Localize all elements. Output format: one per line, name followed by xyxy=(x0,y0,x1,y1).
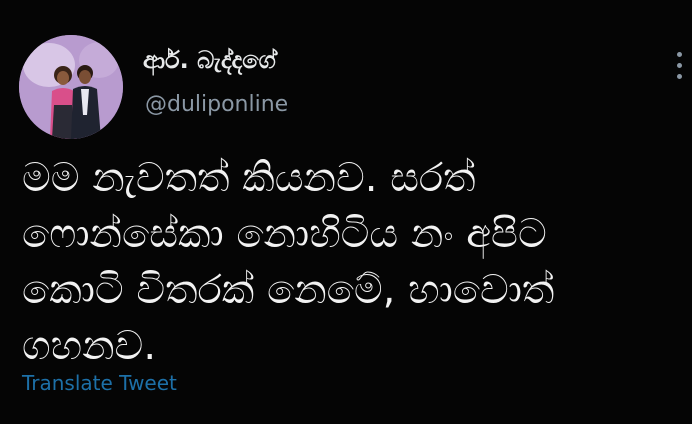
display-name[interactable]: ආර්. බැද්දගේ xyxy=(143,46,276,74)
tweet-text: මම නැවතත් කියනව. සරත් ෆොන්සේකා නොහිටිය න… xyxy=(22,150,622,374)
dot-icon xyxy=(676,63,682,68)
tweet-text-line: මම නැවතත් කියනව. සරත් xyxy=(22,155,476,201)
translate-tweet-link[interactable]: Translate Tweet xyxy=(22,371,177,395)
profile-photo-icon xyxy=(19,35,123,139)
tweet-text-line: ගහනව. xyxy=(22,323,157,369)
user-handle[interactable]: @duliponline xyxy=(145,92,288,117)
tweet-card: ආර්. බැද්දගේ @duliponline මම නැවතත් කියන… xyxy=(0,0,692,424)
tweet-text-line: ෆොන්සේකා නොහිටිය නං අපිට xyxy=(22,211,547,257)
more-options-icon[interactable] xyxy=(672,52,686,86)
dot-icon xyxy=(676,74,682,79)
dot-icon xyxy=(676,52,682,57)
tweet-text-line: කොටි විතරක් නෙමේ, හාවොත් xyxy=(22,267,555,313)
avatar[interactable] xyxy=(19,35,123,139)
